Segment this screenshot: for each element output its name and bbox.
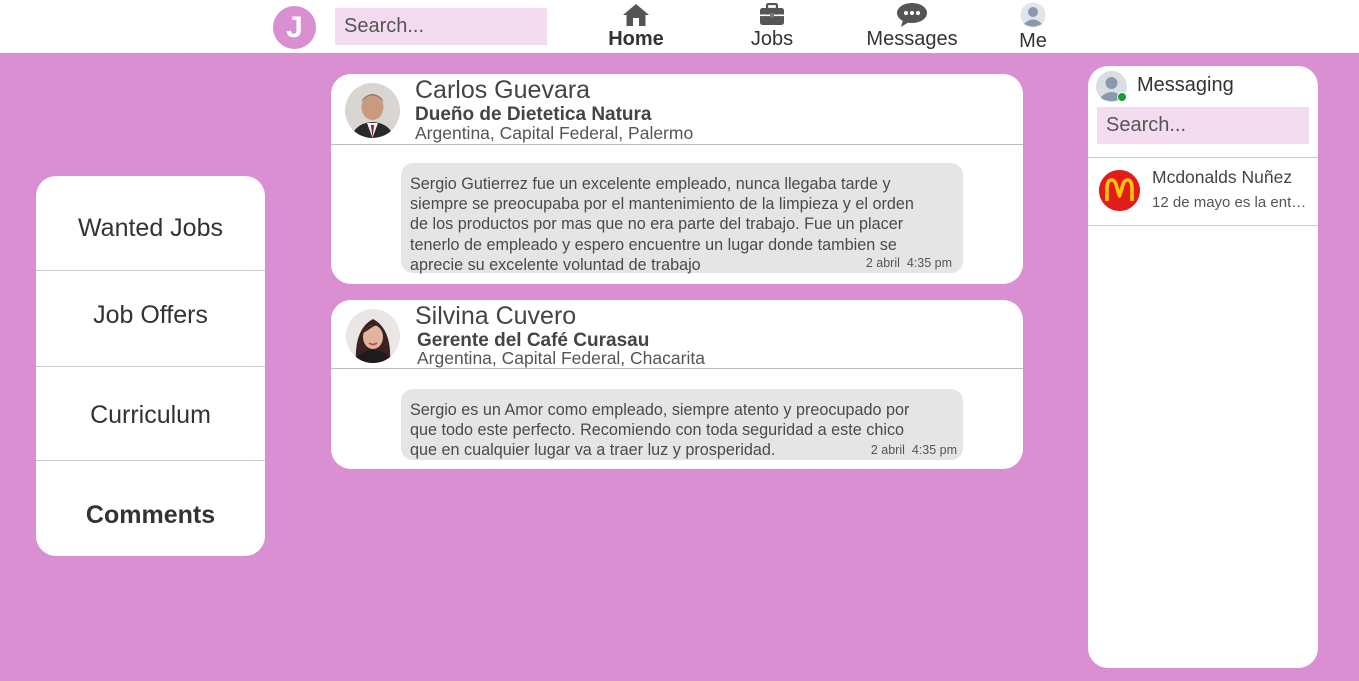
nav-messages-label: Messages xyxy=(866,28,958,50)
messaging-search-input[interactable] xyxy=(1097,107,1309,144)
menu-divider xyxy=(36,366,265,367)
search-input[interactable] xyxy=(335,8,547,45)
profile-section-menu: Wanted Jobs Job Offers Curriculum Commen… xyxy=(36,176,265,556)
top-navigation-bar: J Home Jobs xyxy=(0,0,1359,53)
mcdonalds-logo-icon xyxy=(1099,170,1140,211)
commenter-location: Argentina, Capital Federal, Palermo xyxy=(415,123,694,143)
nav-jobs[interactable]: Jobs xyxy=(745,2,799,51)
comment-bubble: Sergio es un Amor como empleado, siempre… xyxy=(401,389,963,460)
comment-text-line: Sergio es un Amor como empleado, siempre… xyxy=(410,401,910,419)
menu-item-comments[interactable]: Comments xyxy=(36,501,265,530)
messaging-title: Messaging xyxy=(1137,74,1234,96)
commenter-name[interactable]: Silvina Cuvero xyxy=(415,302,576,331)
nav-me-label: Me xyxy=(1019,30,1047,52)
comment-bubble: Sergio Gutierrez fue un excelente emplea… xyxy=(401,163,963,274)
nav-me[interactable]: Me xyxy=(1015,2,1051,53)
menu-divider xyxy=(36,460,265,461)
comment-text-line: Sergio Gutierrez fue un excelente emplea… xyxy=(410,175,891,193)
comment-date: 2 abril xyxy=(870,442,905,457)
menu-divider xyxy=(36,270,265,271)
nav-jobs-label: Jobs xyxy=(750,28,794,50)
menu-item-job-offers[interactable]: Job Offers xyxy=(36,301,265,330)
conversation-name: Mcdonalds Nuñez xyxy=(1152,167,1293,187)
messaging-divider xyxy=(1088,225,1318,226)
nav-home[interactable]: Home xyxy=(603,2,669,51)
comment-timestamp: 2 abril 4:35 pm xyxy=(871,440,957,460)
commenter-location: Argentina, Capital Federal, Chacarita xyxy=(417,348,705,368)
messaging-divider xyxy=(1088,157,1318,158)
comment-date: 2 abril xyxy=(865,255,900,270)
comment-text-line: que todo este perfecto. Recomiendo con t… xyxy=(410,421,905,440)
comment-text-line: de los productos por mas que no era part… xyxy=(410,215,904,234)
messaging-panel: Messaging Mcdonalds Nuñez 12 de mayo es … xyxy=(1088,66,1318,668)
comment-time: 4:35 pm xyxy=(911,442,957,457)
nav-home-label: Home xyxy=(608,28,664,50)
comment-time: 4:35 pm xyxy=(906,255,952,270)
comment-text-line: tenerlo de empleado y espero encuentre u… xyxy=(410,235,897,254)
comment-timestamp: 2 abril 4:35 pm xyxy=(866,253,952,273)
commenter-name[interactable]: Carlos Guevara xyxy=(415,76,590,105)
home-icon xyxy=(603,2,669,28)
comment-card: Silvina Cuvero Gerente del Café Curasau … xyxy=(331,300,1023,469)
chat-icon xyxy=(862,2,962,28)
commenter-avatar xyxy=(345,83,400,138)
nav-messages[interactable]: Messages xyxy=(862,2,962,51)
online-status-dot xyxy=(1117,92,1127,102)
conversation-preview: 12 de mayo es la entrevista xyxy=(1152,194,1308,211)
comment-text-line: siempre se preocupaba por el mantenimien… xyxy=(410,195,914,214)
card-divider xyxy=(331,368,1023,369)
commenter-avatar xyxy=(346,309,400,363)
user-avatar-icon xyxy=(1015,2,1051,28)
briefcase-icon xyxy=(745,2,799,28)
menu-item-wanted-jobs[interactable]: Wanted Jobs xyxy=(36,214,265,243)
comment-card: Carlos Guevara Dueño de Dietetica Natura… xyxy=(331,74,1023,284)
menu-item-curriculum[interactable]: Curriculum xyxy=(36,401,265,430)
card-divider xyxy=(331,144,1023,145)
app-logo[interactable]: J xyxy=(273,6,316,49)
